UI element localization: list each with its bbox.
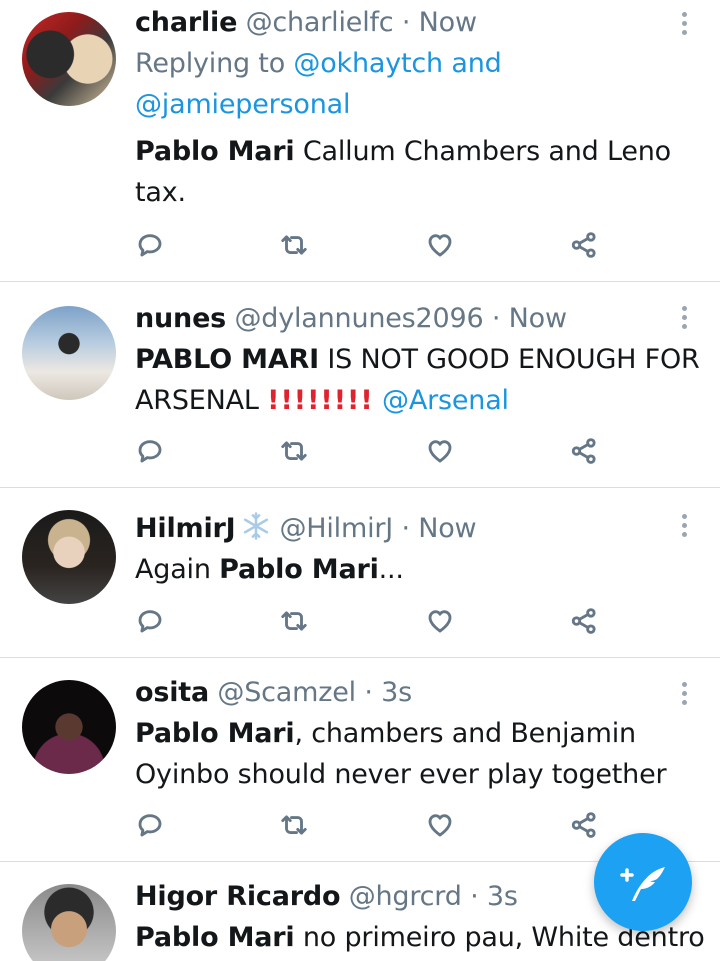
user-name[interactable]: nunes	[135, 303, 226, 334]
timestamp: 3s	[381, 677, 412, 708]
reply-icon[interactable]	[135, 230, 169, 264]
tweet-text: Again	[135, 554, 211, 585]
keyword-highlight: Pablo Mari	[135, 922, 295, 953]
tweet[interactable]: charlie @charlielfc · Now Replying to @o…	[0, 0, 720, 282]
retweet-icon[interactable]	[279, 606, 313, 640]
user-handle[interactable]: @hgrcrd	[349, 881, 462, 912]
reply-prefix: Replying to	[135, 48, 286, 79]
tweet-text: IS NOT GOOD ENOUGH FOR	[327, 344, 700, 375]
user-handle[interactable]: @HilmirJ	[279, 513, 393, 544]
snowflake-icon	[244, 512, 269, 540]
separator: ·	[491, 303, 501, 334]
timestamp: Now	[418, 7, 477, 38]
reply-mention[interactable]: @jamiepersonal	[135, 89, 350, 120]
keyword-highlight: Pablo Mari	[219, 554, 379, 585]
separator: ·	[401, 513, 410, 544]
tweet-text: Callum Chambers and Leno	[302, 136, 671, 167]
retweet-icon[interactable]	[279, 230, 313, 264]
tweet[interactable]: HilmirJ @HilmirJ · Now Again Pablo Mari..…	[0, 488, 720, 658]
heart-icon[interactable]	[425, 230, 459, 264]
user-name[interactable]: charlie	[135, 7, 237, 38]
user-name[interactable]: Higor Ricardo	[135, 881, 341, 912]
keyword-highlight: PABLO MARI	[135, 344, 319, 375]
timestamp: Now	[508, 303, 567, 334]
tweet-text: tax.	[135, 177, 186, 208]
keyword-highlight: Pablo Mari	[135, 136, 295, 167]
share-icon[interactable]	[569, 810, 603, 844]
tweet-text: ...	[378, 554, 404, 585]
reply-and[interactable]: and	[451, 48, 501, 79]
reply-mention[interactable]: @okhaytch	[293, 48, 443, 79]
user-handle[interactable]: @charlielfc	[246, 7, 394, 38]
tweet-text: ARSENAL	[135, 385, 259, 416]
tweet[interactable]: nunes @dylannunes2096 · Now PABLO MARI I…	[0, 282, 720, 488]
reply-icon[interactable]	[135, 606, 169, 640]
reply-icon[interactable]	[135, 436, 169, 470]
tweet-text: Oyinbo should never ever play together	[135, 759, 667, 790]
separator: ·	[401, 7, 411, 38]
more-vertical-icon[interactable]	[674, 12, 694, 40]
compose-tweet-icon	[620, 867, 665, 901]
more-vertical-icon[interactable]	[674, 682, 694, 710]
exclamation-emoji: !!!!!!!!	[267, 385, 374, 416]
mention-link[interactable]: @Arsenal	[382, 385, 509, 416]
user-handle[interactable]: @dylannunes2096	[234, 303, 483, 334]
separator: ·	[470, 881, 479, 912]
separator: ·	[364, 677, 373, 708]
retweet-icon[interactable]	[279, 810, 313, 844]
avatar[interactable]	[22, 680, 116, 774]
compose-tweet-button[interactable]	[594, 833, 692, 931]
heart-icon[interactable]	[425, 606, 459, 640]
tweet[interactable]: osita @Scamzel · 3s Pablo Mari, chambers…	[0, 658, 720, 862]
user-name[interactable]: osita	[135, 677, 209, 708]
share-icon[interactable]	[569, 606, 603, 640]
avatar[interactable]	[22, 12, 116, 106]
timestamp: Now	[418, 513, 477, 544]
heart-icon[interactable]	[425, 436, 459, 470]
tweet-text: , chambers and Benjamin	[294, 718, 636, 749]
retweet-icon[interactable]	[279, 436, 313, 470]
user-handle[interactable]: @Scamzel	[217, 677, 356, 708]
share-icon[interactable]	[569, 436, 603, 470]
more-vertical-icon[interactable]	[674, 514, 694, 542]
avatar[interactable]	[22, 884, 116, 961]
reply-icon[interactable]	[135, 810, 169, 844]
more-vertical-icon[interactable]	[674, 306, 694, 334]
timestamp: 3s	[486, 881, 518, 912]
avatar[interactable]	[22, 510, 116, 604]
user-name[interactable]: HilmirJ	[135, 513, 236, 544]
keyword-highlight: Pablo Mari	[135, 718, 295, 749]
heart-icon[interactable]	[425, 810, 459, 844]
share-icon[interactable]	[569, 230, 603, 264]
avatar[interactable]	[22, 306, 116, 400]
